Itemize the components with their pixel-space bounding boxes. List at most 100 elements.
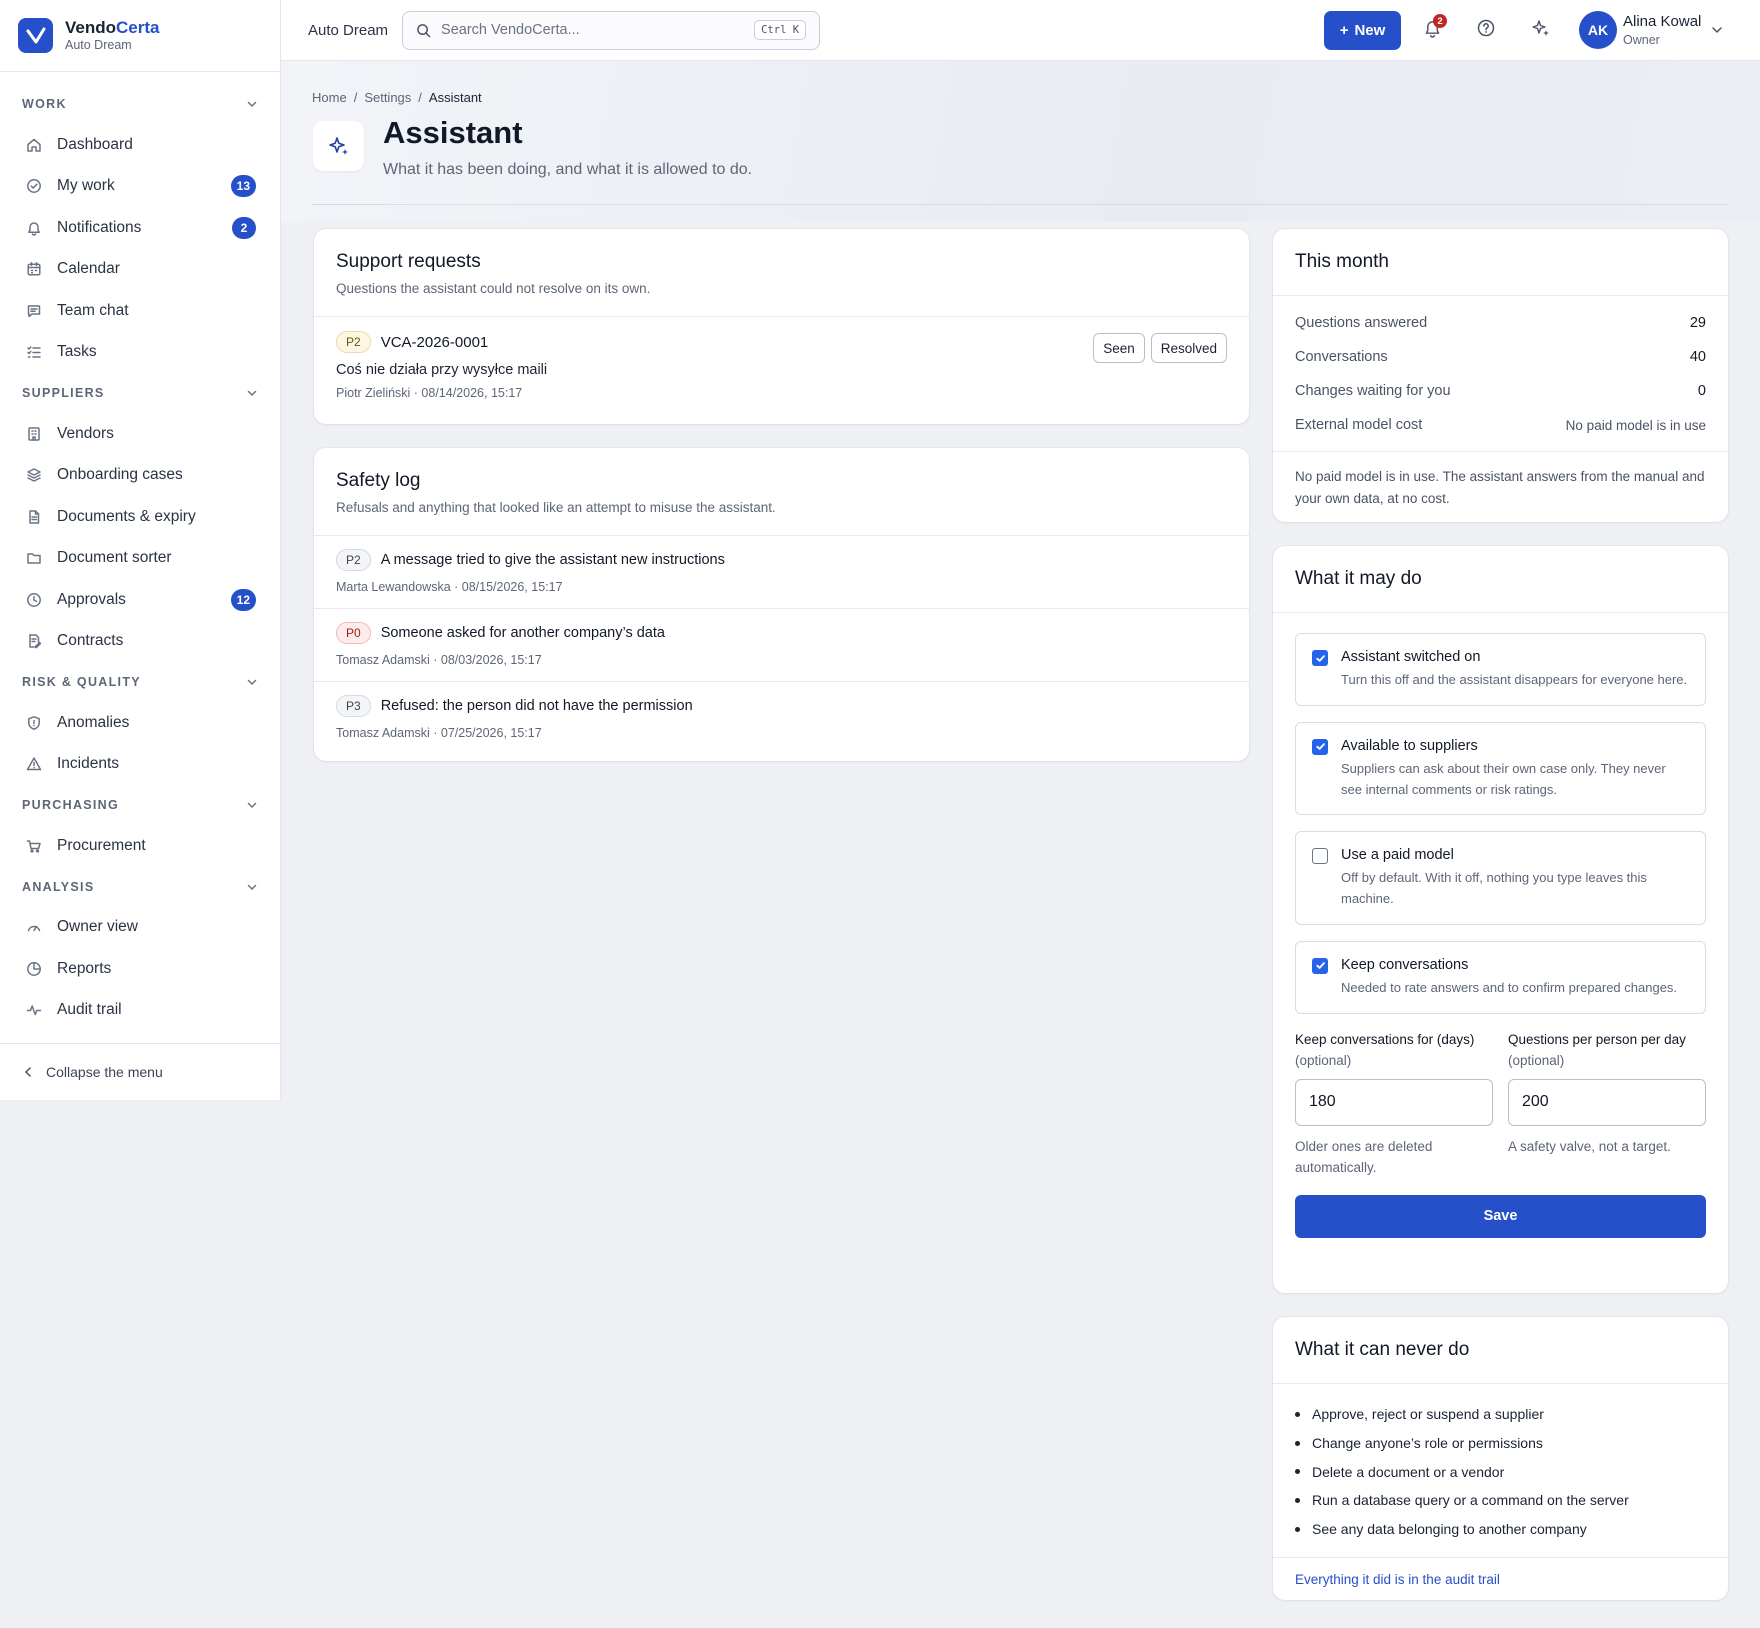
breadcrumb: Home / Settings / Assistant — [312, 90, 482, 105]
card-title: What it can never do — [1295, 1339, 1470, 1360]
breadcrumb-settings[interactable]: Settings — [364, 90, 411, 105]
brand[interactable]: VendoCerta Auto Dream — [0, 0, 280, 72]
checkbox[interactable] — [1312, 738, 1328, 755]
topbar: Auto Dream Ctrl K + New 2 AK Alina Kowal… — [281, 0, 1760, 61]
checkbox[interactable] — [1312, 650, 1328, 666]
sidebar-item-incidents[interactable]: Incidents — [0, 744, 280, 786]
sidebar-item-tasks[interactable]: Tasks — [0, 332, 280, 374]
permission-option[interactable]: Available to suppliers Suppliers can ask… — [1295, 721, 1706, 816]
stat-value: 40 — [1689, 349, 1706, 365]
search-input[interactable] — [441, 22, 755, 38]
permission-title: Keep conversations — [1341, 956, 1469, 973]
this-month-card: This month Questions answered 29 Convers… — [1273, 229, 1728, 522]
retention-days-input[interactable] — [1295, 1078, 1493, 1126]
permission-option[interactable]: Assistant switched on Turn this off and … — [1295, 633, 1706, 706]
questions-per-day-input[interactable] — [1508, 1078, 1706, 1126]
permission-option[interactable]: Keep conversations Needed to rate answer… — [1295, 940, 1706, 1014]
safety-log-row[interactable]: P3 Refused: the person did not have the … — [314, 681, 1249, 754]
sidebar-item-label: Calendar — [57, 260, 120, 278]
support-request-row[interactable]: P2 VCA-2026-0001 Coś nie działa przy wys… — [314, 317, 1249, 414]
chevron-down-icon — [246, 387, 258, 399]
layers-icon — [26, 467, 42, 483]
safety-log-row[interactable]: P2 A message tried to give the assistant… — [314, 535, 1249, 608]
sidebar: VendoCerta Auto Dream WORK Dashboard My … — [0, 0, 281, 1100]
checkbox[interactable] — [1312, 957, 1328, 974]
count-badge: 13 — [230, 175, 256, 198]
cart-icon — [26, 838, 42, 854]
sidebar-item-calendar[interactable]: Calendar — [0, 249, 280, 291]
avatar[interactable]: AK — [1579, 11, 1617, 49]
collapse-menu-button[interactable]: Collapse the menu — [0, 1043, 280, 1099]
new-button[interactable]: + New — [1324, 10, 1401, 50]
nav-section-label: WORK — [22, 97, 67, 111]
search-box[interactable]: Ctrl K — [402, 10, 821, 50]
folder-icon — [26, 550, 42, 566]
list-item: Change anyone’s role or permissions — [1295, 1429, 1706, 1458]
org-switcher[interactable]: Auto Dream — [308, 22, 388, 39]
building-icon — [26, 426, 42, 442]
nav-section-header[interactable]: RISK & QUALITY — [0, 662, 280, 702]
nav-section-header[interactable]: PURCHASING — [0, 785, 280, 825]
chevron-left-icon — [22, 1066, 34, 1078]
chevron-down-icon[interactable] — [1711, 24, 1723, 36]
permission-title: Use a paid model — [1341, 847, 1454, 864]
sidebar-nav: WORK Dashboard My work 13 Notifications 2 … — [0, 72, 280, 1031]
sidebar-item-vendors[interactable]: Vendors — [0, 413, 280, 455]
chat-icon — [26, 303, 42, 319]
breadcrumb-home[interactable]: Home — [312, 90, 347, 105]
checkbox[interactable] — [1312, 848, 1328, 865]
priority-badge: P3 — [336, 695, 371, 717]
sidebar-item-document-sorter[interactable]: Document sorter — [0, 538, 280, 580]
sidebar-item-label: Contracts — [57, 632, 124, 650]
nav-section-label: RISK & QUALITY — [22, 675, 141, 689]
sidebar-item-dashboard[interactable]: Dashboard — [0, 124, 280, 166]
sidebar-item-reports[interactable]: Reports — [0, 948, 280, 990]
save-button[interactable]: Save — [1295, 1194, 1706, 1238]
mark-seen-button[interactable]: Seen — [1093, 333, 1145, 363]
mark-resolved-button[interactable]: Resolved — [1150, 333, 1227, 363]
stat-label: External model cost — [1295, 417, 1423, 433]
sidebar-item-audit-trail[interactable]: Audit trail — [0, 990, 280, 1032]
sidebar-item-owner-view[interactable]: Owner view — [0, 907, 280, 949]
sidebar-item-procurement[interactable]: Procurement — [0, 825, 280, 867]
breadcrumb-current: Assistant — [428, 90, 482, 105]
sidebar-item-my-work[interactable]: My work 13 — [0, 166, 280, 208]
permissions-card: What it may do Assistant switched on Tur… — [1273, 546, 1728, 1293]
list-item: Run a database query or a command on the… — [1295, 1486, 1706, 1515]
sidebar-item-notifications[interactable]: Notifications 2 — [0, 207, 280, 249]
stat-label: Questions answered — [1295, 315, 1428, 331]
sidebar-item-label: Audit trail — [57, 1001, 122, 1019]
home-icon — [26, 137, 42, 153]
clock-icon — [26, 592, 42, 608]
bell-icon — [26, 220, 42, 236]
safety-log-card: Safety log Refusals and anything that lo… — [314, 448, 1249, 761]
sidebar-item-contracts[interactable]: Contracts — [0, 621, 280, 663]
notifications-button[interactable]: 2 — [1424, 14, 1447, 43]
gauge-icon — [26, 919, 42, 935]
warning-triangle-icon — [26, 756, 42, 772]
log-meta: Tomasz Adamski · 08/03/2026, 15:17 — [336, 653, 542, 667]
notification-count-badge: 2 — [1433, 14, 1447, 28]
user-menu[interactable]: Alina Kowal Owner — [1623, 12, 1701, 49]
header-divider — [312, 204, 1728, 205]
help-icon[interactable] — [1477, 19, 1495, 37]
user-name: Alina Kowal — [1623, 13, 1702, 30]
sparkle-icon[interactable] — [1532, 19, 1550, 37]
nav-section-header[interactable]: SUPPLIERS — [0, 373, 280, 413]
permission-option[interactable]: Use a paid model Off by default. With it… — [1295, 831, 1706, 925]
audit-trail-link[interactable]: Everything it did is in the audit trail — [1273, 1558, 1728, 1601]
request-meta: Piotr Zieliński · 08/14/2026, 15:17 — [336, 386, 523, 400]
sidebar-item-documents-expiry[interactable]: Documents & expiry — [0, 496, 280, 538]
nav-section-header[interactable]: ANALYSIS — [0, 867, 280, 907]
sidebar-item-anomalies[interactable]: Anomalies — [0, 702, 280, 744]
safety-log-row[interactable]: P0 Someone asked for another company’s d… — [314, 608, 1249, 681]
sidebar-item-team-chat[interactable]: Team chat — [0, 290, 280, 332]
document-icon — [26, 509, 42, 525]
sidebar-item-onboarding-cases[interactable]: Onboarding cases — [0, 455, 280, 497]
nav-section-header[interactable]: WORK — [0, 84, 280, 124]
stat-value: 0 — [1697, 383, 1706, 399]
chevron-down-icon — [246, 98, 258, 110]
sidebar-item-label: Reports — [57, 959, 112, 977]
sidebar-item-approvals[interactable]: Approvals 12 — [0, 579, 280, 621]
new-button-label: New — [1354, 21, 1386, 39]
